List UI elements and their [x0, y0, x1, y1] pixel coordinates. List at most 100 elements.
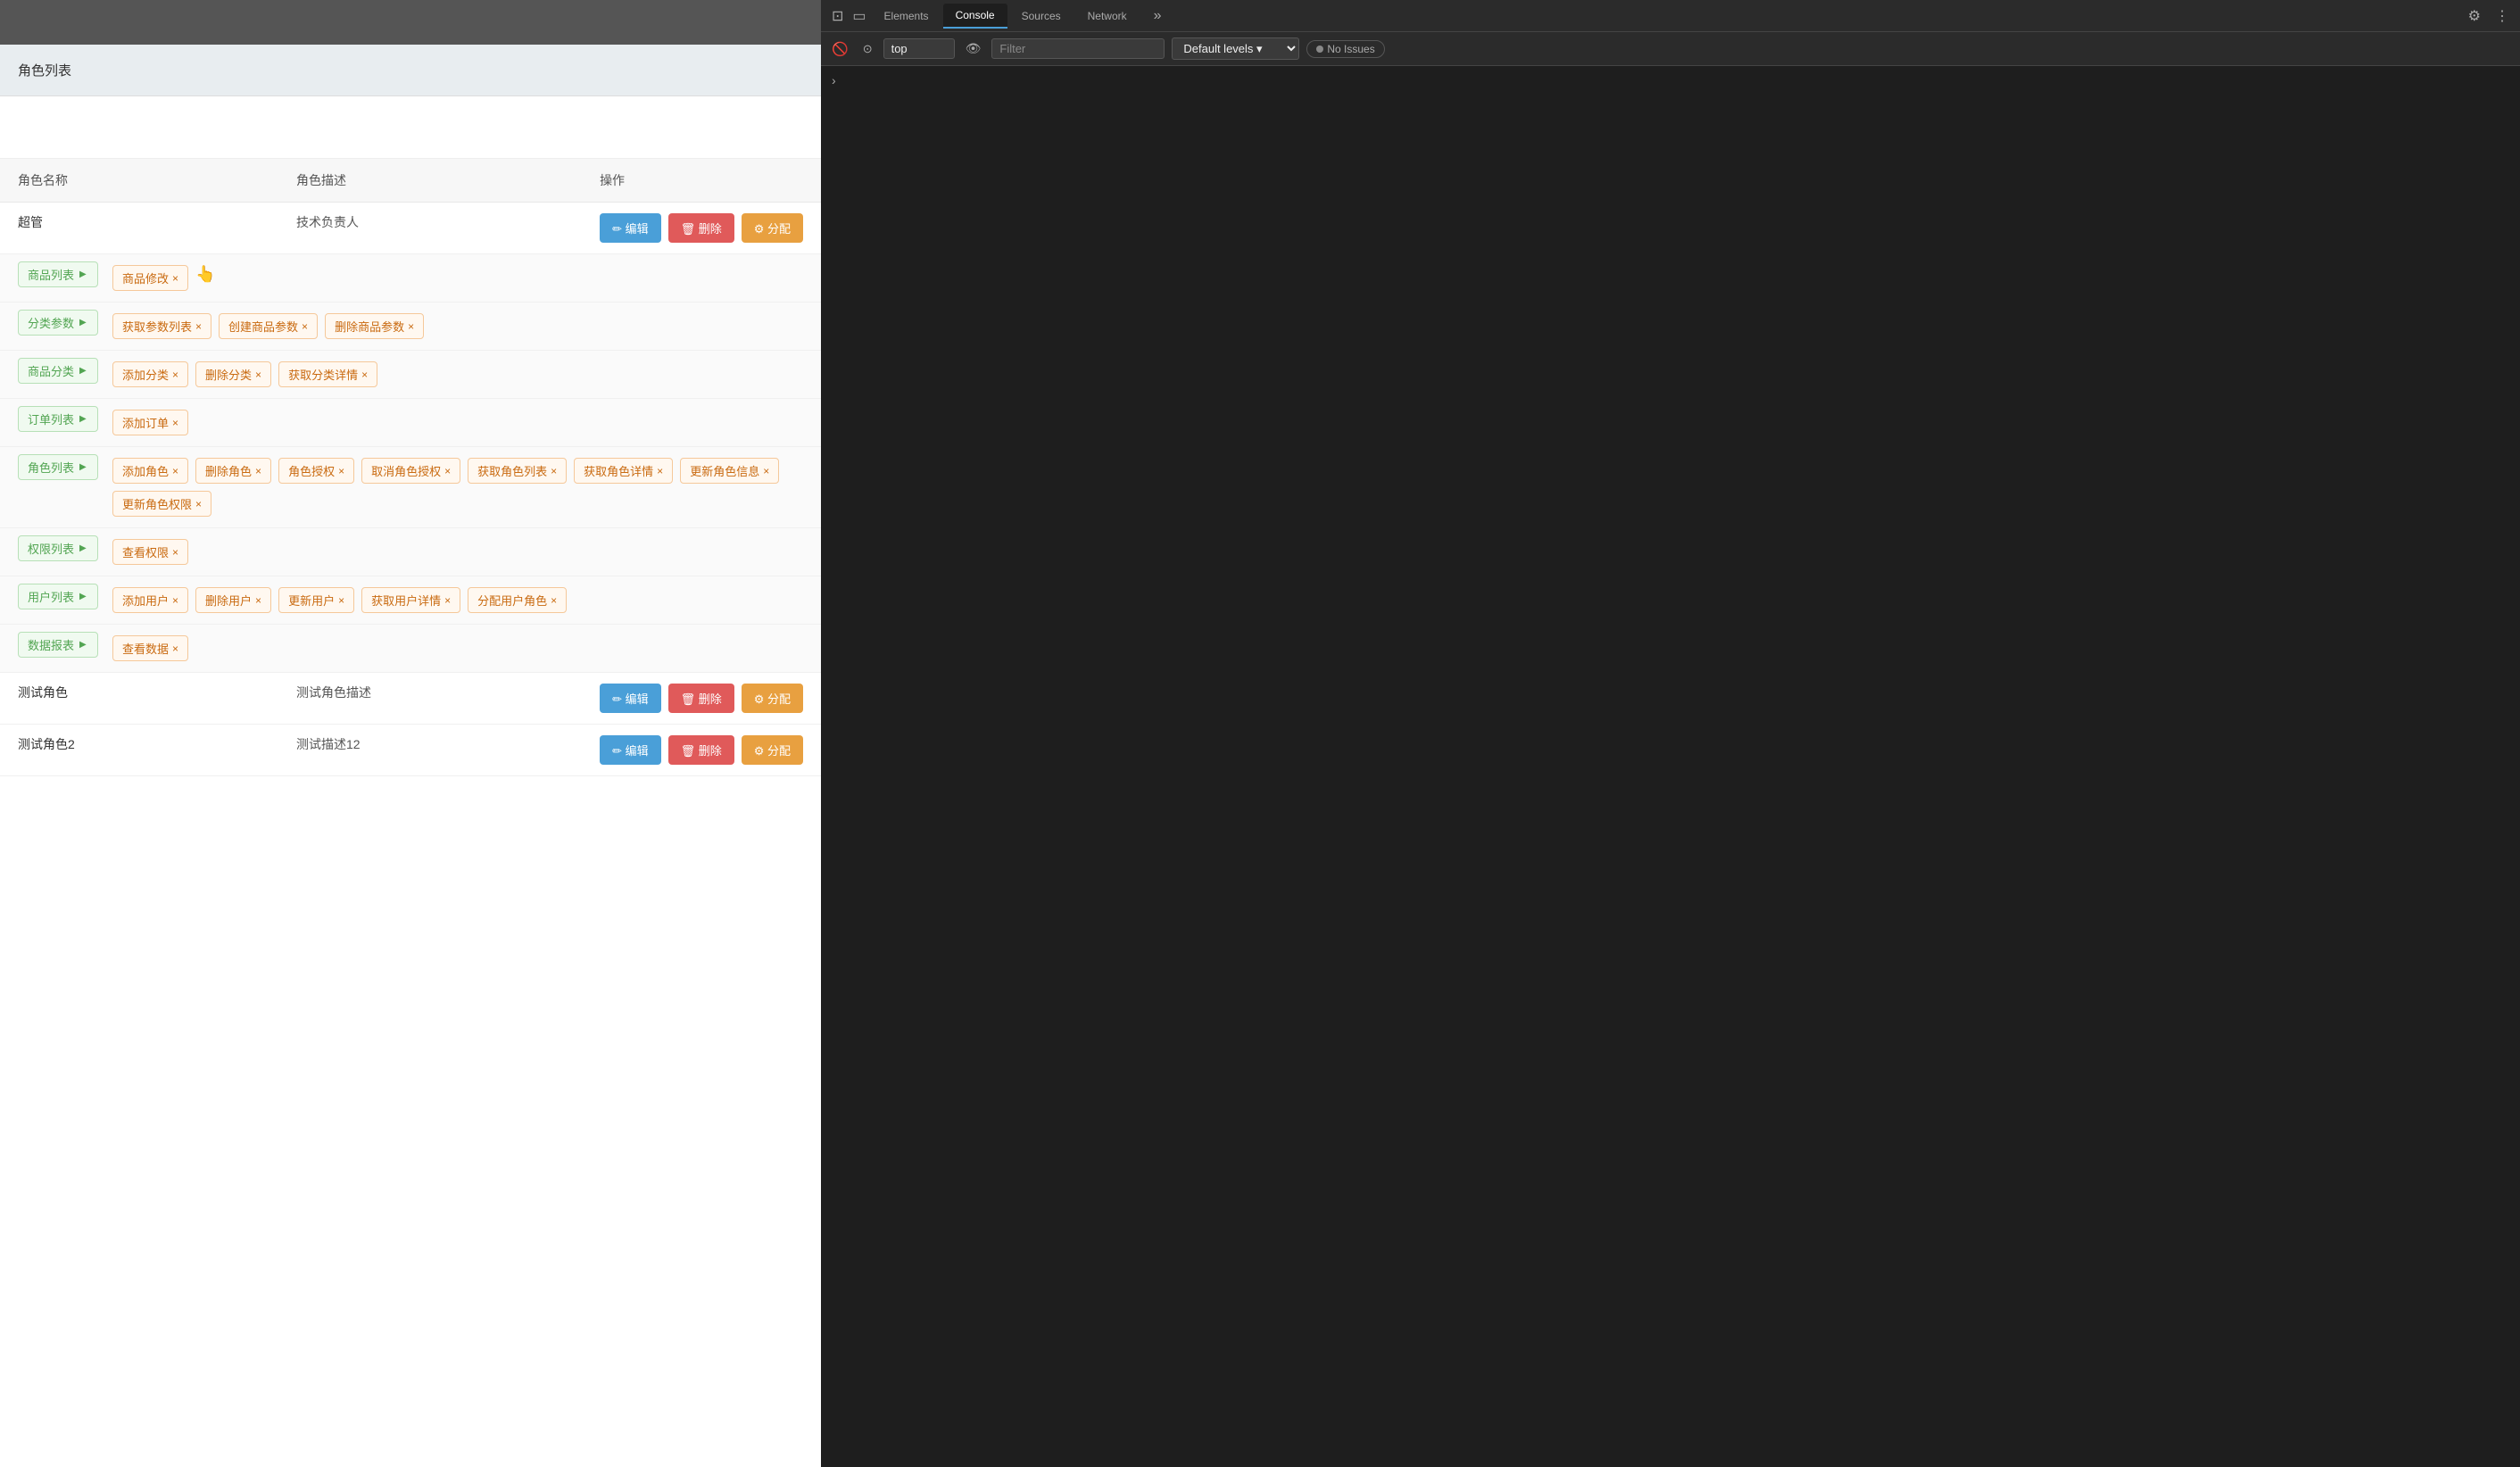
- eye-btn[interactable]: 👁: [962, 37, 985, 60]
- permission-row: 用户列表 ▶ 添加用户 × 删除用户 × 更新用户 × 获取用户详情 × 分配用户角色 ×: [0, 576, 821, 625]
- menu-arrow-icon: ▶: [79, 462, 87, 472]
- perm-tags: 获取参数列表 × 创建商品参数 × 删除商品参数 ×: [112, 310, 803, 343]
- perm-tag[interactable]: 删除分类 ×: [195, 361, 271, 387]
- more-options-btn[interactable]: ⋮: [2491, 4, 2513, 29]
- assign-btn[interactable]: ⚙ 分配: [742, 213, 803, 243]
- remove-perm-icon[interactable]: ×: [255, 369, 261, 380]
- remove-perm-icon[interactable]: ×: [172, 547, 178, 558]
- perm-tag[interactable]: 获取参数列表 ×: [112, 313, 211, 339]
- edit-btn[interactable]: ✏ 编辑: [600, 735, 661, 765]
- menu-tag[interactable]: 商品列表 ▶: [18, 261, 98, 287]
- settings-btn[interactable]: ⚙: [2465, 4, 2484, 29]
- menu-tag[interactable]: 数据报表 ▶: [18, 632, 98, 658]
- menu-tag[interactable]: 分类参数 ▶: [18, 310, 98, 336]
- remove-perm-icon[interactable]: ×: [361, 369, 368, 380]
- remove-perm-icon[interactable]: ×: [657, 466, 663, 477]
- remove-perm-icon[interactable]: ×: [195, 321, 202, 332]
- delete-btn[interactable]: 🗑 删除: [668, 213, 734, 243]
- perm-tag[interactable]: 获取用户详情 ×: [361, 587, 460, 613]
- tab-console[interactable]: Console: [943, 4, 1007, 29]
- perm-tag[interactable]: 更新角色权限 ×: [112, 491, 211, 517]
- remove-perm-icon[interactable]: ×: [172, 273, 178, 284]
- menu-arrow-icon: ▶: [79, 414, 87, 424]
- role-name-cell: 测试角色2: [0, 725, 278, 776]
- remove-perm-icon[interactable]: ×: [255, 595, 261, 606]
- remove-perm-icon[interactable]: ×: [551, 466, 557, 477]
- permission-row: 分类参数 ▶ 获取参数列表 × 创建商品参数 × 删除商品参数 ×: [0, 303, 821, 351]
- perm-tag[interactable]: 获取角色列表 ×: [468, 458, 567, 484]
- header-desc: 角色描述: [278, 159, 582, 203]
- edit-btn[interactable]: ✏ 编辑: [600, 684, 661, 713]
- remove-perm-icon[interactable]: ×: [172, 418, 178, 428]
- permission-row: 商品列表 ▶ 商品修改 × 👆: [0, 254, 821, 303]
- remove-perm-icon[interactable]: ×: [338, 466, 344, 477]
- perm-tag[interactable]: 删除角色 ×: [195, 458, 271, 484]
- perm-tag[interactable]: 商品修改 ×: [112, 265, 188, 291]
- perm-tag[interactable]: 更新角色信息 ×: [680, 458, 779, 484]
- perm-tag[interactable]: 获取分类详情 ×: [278, 361, 377, 387]
- remove-perm-icon[interactable]: ×: [408, 321, 414, 332]
- assign-btn[interactable]: ⚙ 分配: [742, 735, 803, 765]
- perm-tag[interactable]: 创建商品参数 ×: [219, 313, 318, 339]
- expanded-content: 商品列表 ▶ 商品修改 × 👆 分类参数 ▶ 获取参数列表 × 创建商品参数 × 删除商品参…: [0, 254, 821, 672]
- menu-tag[interactable]: 用户列表 ▶: [18, 584, 98, 609]
- edit-btn[interactable]: ✏ 编辑: [600, 213, 661, 243]
- perm-tag[interactable]: 获取角色详情 ×: [574, 458, 673, 484]
- menu-tag[interactable]: 角色列表 ▶: [18, 454, 98, 480]
- remove-perm-icon[interactable]: ×: [172, 466, 178, 477]
- remove-perm-icon[interactable]: ×: [763, 466, 769, 477]
- cursor-indicator: 👆: [195, 265, 215, 291]
- device-toggle-btn[interactable]: ▭: [849, 4, 869, 29]
- action-btns: ✏ 编辑 🗑 删除 ⚙ 分配: [600, 213, 803, 243]
- remove-perm-icon[interactable]: ×: [444, 466, 451, 477]
- perm-tags: 添加分类 × 删除分类 × 获取分类详情 ×: [112, 358, 803, 391]
- remove-perm-icon[interactable]: ×: [444, 595, 451, 606]
- perm-tag[interactable]: 查看权限 ×: [112, 539, 188, 565]
- remove-perm-icon[interactable]: ×: [172, 595, 178, 606]
- remove-perm-icon[interactable]: ×: [255, 466, 261, 477]
- action-cell: ✏ 编辑 🗑 删除 ⚙ 分配: [582, 673, 821, 725]
- menu-arrow-icon: ▶: [79, 318, 87, 327]
- remove-perm-icon[interactable]: ×: [195, 499, 202, 510]
- delete-btn[interactable]: 🗑 删除: [668, 684, 734, 713]
- menu-tag[interactable]: 商品分类 ▶: [18, 358, 98, 384]
- expanded-permissions-cell: 商品列表 ▶ 商品修改 × 👆 分类参数 ▶ 获取参数列表 × 创建商品参数 × 删除商品参…: [0, 254, 821, 673]
- remove-perm-icon[interactable]: ×: [551, 595, 557, 606]
- perm-tag[interactable]: 更新用户 ×: [278, 587, 354, 613]
- capture-log-btn[interactable]: ⊙: [859, 38, 876, 60]
- role-desc-cell: 测试描述12: [278, 725, 582, 776]
- perm-tag[interactable]: 添加用户 ×: [112, 587, 188, 613]
- inspect-toggle-btn[interactable]: ⊡: [828, 4, 847, 29]
- perm-tag[interactable]: 删除用户 ×: [195, 587, 271, 613]
- table-row: 测试角色测试角色描述 ✏ 编辑 🗑 删除 ⚙ 分配: [0, 673, 821, 725]
- delete-btn[interactable]: 🗑 删除: [668, 735, 734, 765]
- context-select[interactable]: top: [883, 38, 955, 59]
- perm-tag[interactable]: 取消角色授权 ×: [361, 458, 460, 484]
- perm-tag[interactable]: 分配用户角色 ×: [468, 587, 567, 613]
- levels-select[interactable]: Default levels ▾: [1172, 37, 1299, 60]
- perm-tags: 添加角色 × 删除角色 × 角色授权 × 取消角色授权 × 获取角色列表 × 获取角色详情…: [112, 454, 803, 520]
- perm-tag[interactable]: 查看数据 ×: [112, 635, 188, 661]
- perm-tag[interactable]: 添加订单 ×: [112, 410, 188, 435]
- menu-arrow-icon: ▶: [79, 366, 87, 376]
- console-filter-input[interactable]: [991, 38, 1165, 59]
- perm-tag[interactable]: 添加角色 ×: [112, 458, 188, 484]
- remove-perm-icon[interactable]: ×: [338, 595, 344, 606]
- perm-tag[interactable]: 角色授权 ×: [278, 458, 354, 484]
- tab-sources[interactable]: Sources: [1009, 4, 1073, 28]
- remove-perm-icon[interactable]: ×: [302, 321, 308, 332]
- menu-tag[interactable]: 权限列表 ▶: [18, 535, 98, 561]
- perm-tag[interactable]: 删除商品参数 ×: [325, 313, 424, 339]
- console-caret[interactable]: ›: [828, 70, 840, 91]
- clear-console-btn[interactable]: 🚫: [828, 37, 852, 61]
- perm-tag[interactable]: 添加分类 ×: [112, 361, 188, 387]
- breadcrumb-label: 角色列表: [18, 63, 71, 79]
- devtools-toolbar: 🚫 ⊙ top 👁 Default levels ▾ No Issues: [821, 32, 2520, 66]
- tab-elements[interactable]: Elements: [872, 4, 941, 28]
- menu-tag[interactable]: 订单列表 ▶: [18, 406, 98, 432]
- remove-perm-icon[interactable]: ×: [172, 369, 178, 380]
- tab-network[interactable]: Network: [1075, 4, 1140, 28]
- assign-btn[interactable]: ⚙ 分配: [742, 684, 803, 713]
- tab-more[interactable]: »: [1141, 3, 1174, 29]
- remove-perm-icon[interactable]: ×: [172, 643, 178, 654]
